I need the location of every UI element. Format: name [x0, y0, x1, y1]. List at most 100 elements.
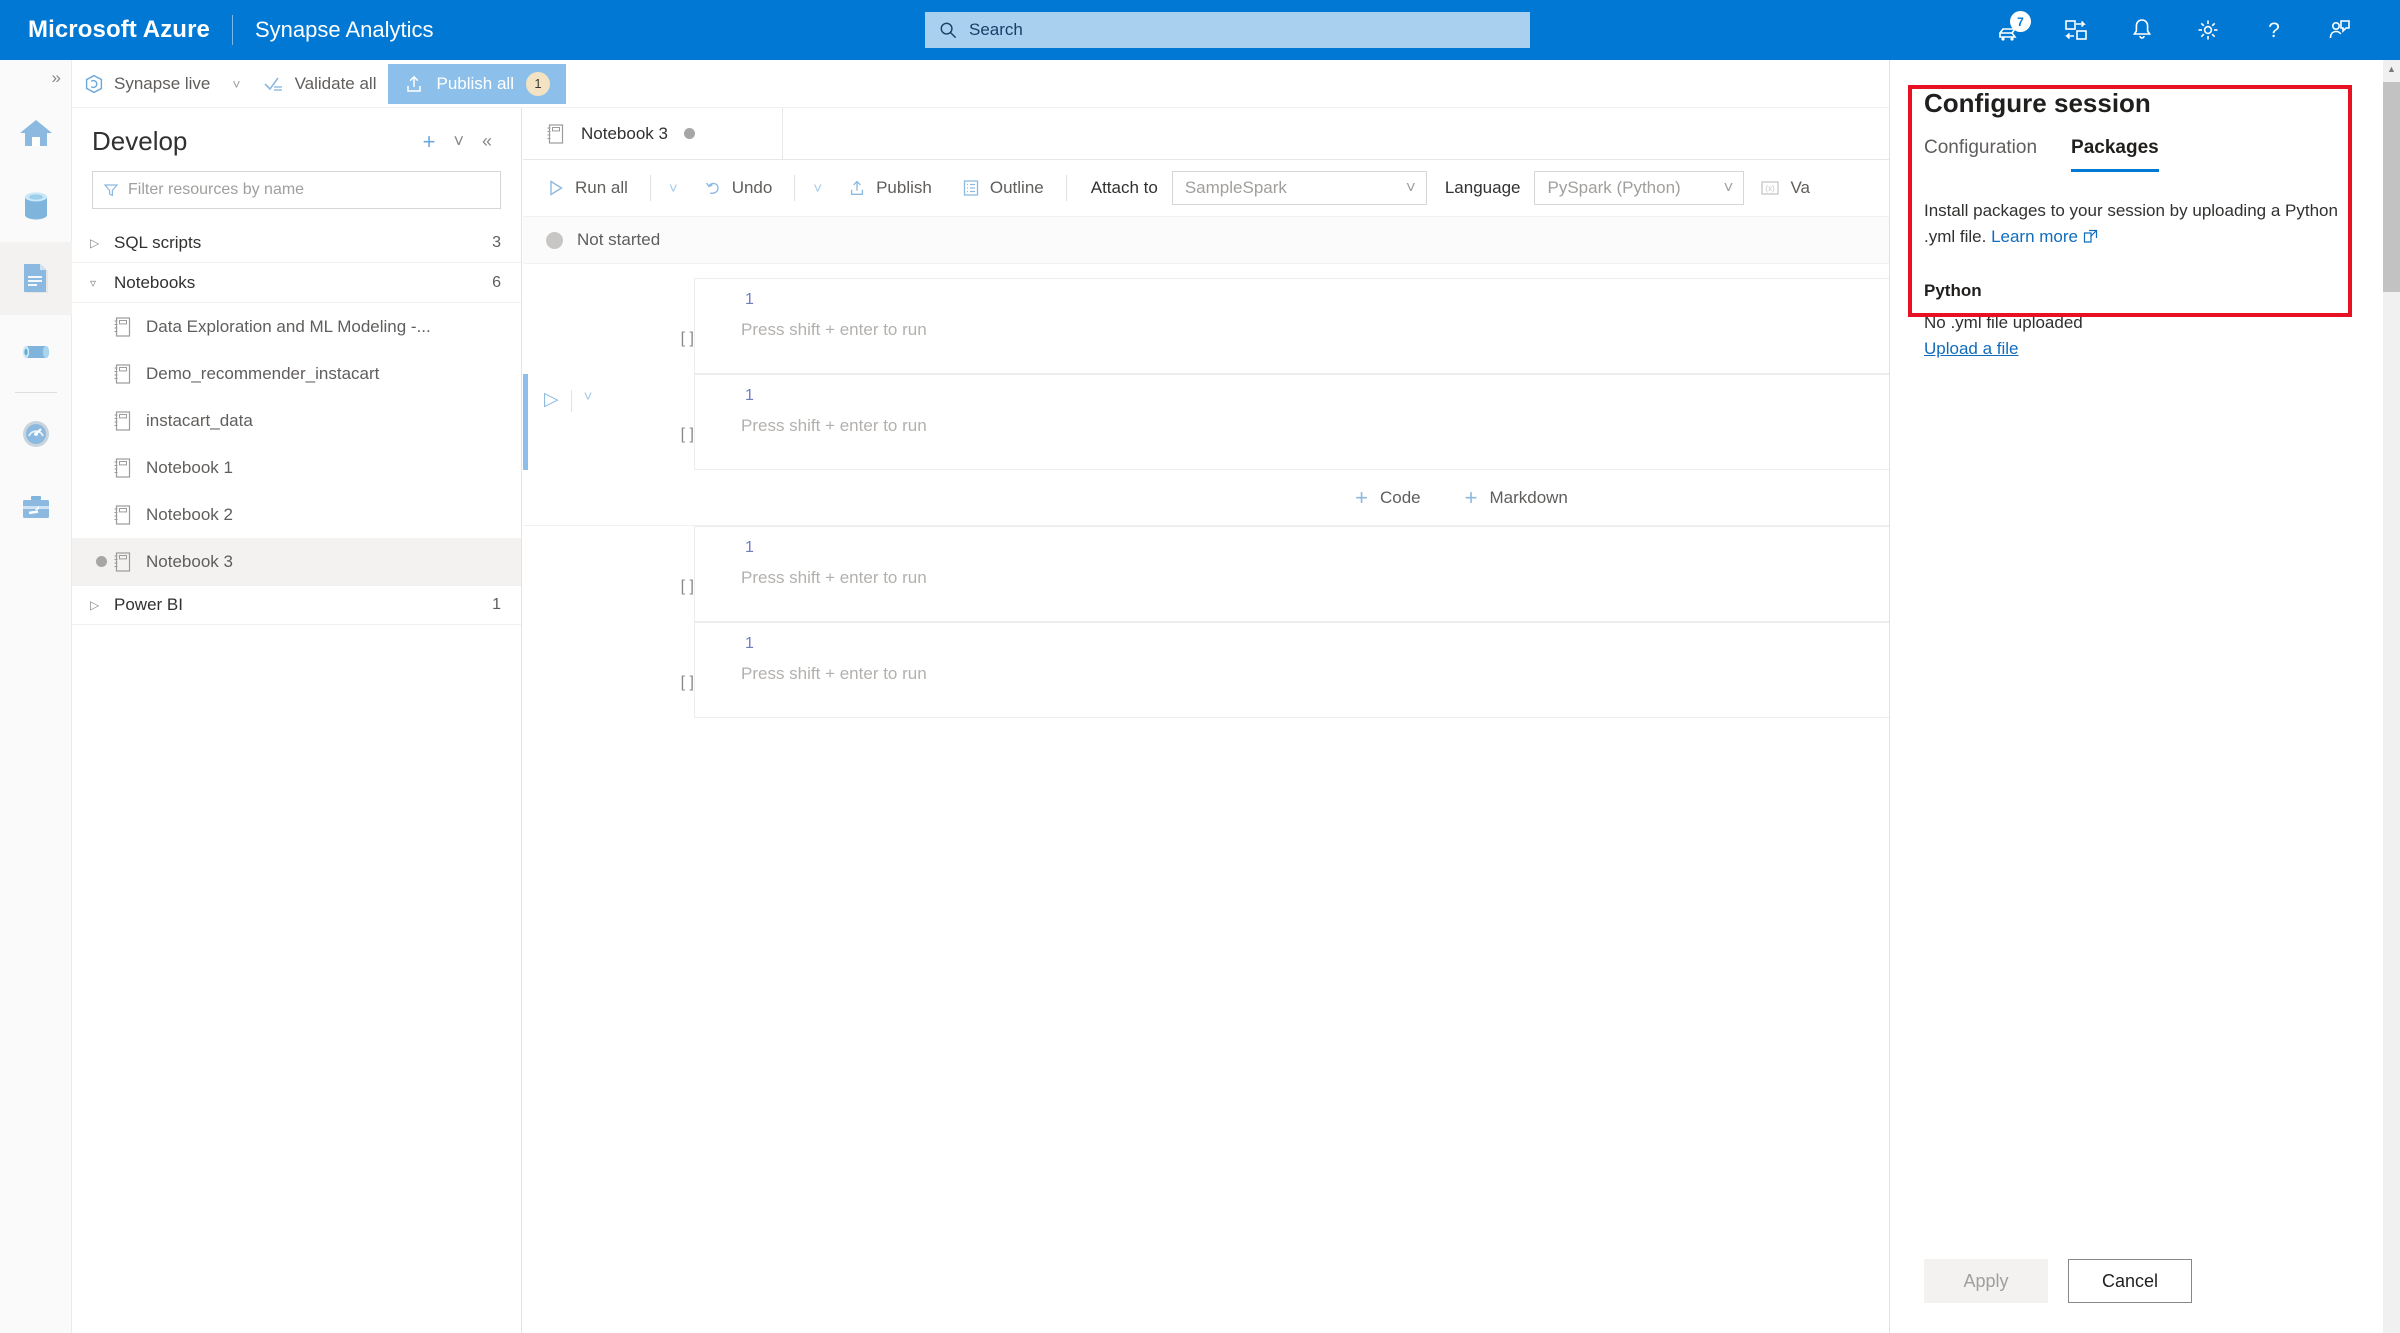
variables-button[interactable]: (x) Va: [1746, 168, 1824, 208]
upload-a-file-link[interactable]: Upload a file: [1924, 339, 2349, 359]
list-item-label: Data Exploration and ML Modeling -...: [146, 316, 431, 336]
cancel-button[interactable]: Cancel: [2068, 1259, 2192, 1303]
configure-session-tabs: Configuration Packages: [1924, 137, 2349, 172]
activity-integrate[interactable]: [0, 315, 72, 388]
tree-group-label: SQL scripts: [114, 232, 202, 252]
outline-label: Outline: [989, 178, 1044, 197]
plus-icon: +: [1464, 484, 1478, 510]
run-all-label: Run all: [575, 178, 628, 197]
list-item-label: Notebook 3: [146, 551, 233, 571]
activity-monitor[interactable]: [0, 397, 72, 470]
tree-group-sql-scripts[interactable]: ▷ SQL scripts 3: [72, 223, 521, 263]
vertical-scrollbar[interactable]: ▲: [2383, 60, 2400, 1333]
list-item-label: Notebook 2: [146, 504, 233, 524]
validate-checkmark-icon: [263, 74, 285, 94]
activity-data[interactable]: [0, 169, 72, 242]
add-code-label: Code: [1379, 487, 1421, 507]
learn-more-link[interactable]: Learn more: [1991, 227, 2078, 246]
external-link-icon[interactable]: [2083, 224, 2098, 250]
notebook-icon: [545, 123, 565, 145]
tree-group-power-bi[interactable]: ▷ Power BI 1: [72, 585, 521, 625]
scrollbar-thumb[interactable]: [2383, 82, 2400, 292]
outline-button[interactable]: Outline: [948, 168, 1058, 208]
cell-more-chevron-down-icon[interactable]: ˅: [584, 388, 593, 405]
chevron-down-icon[interactable]: ˅: [1406, 178, 1416, 198]
tree-group-count: 3: [492, 233, 501, 251]
tab-configuration[interactable]: Configuration: [1924, 137, 2037, 172]
search-input[interactable]: Search: [925, 12, 1530, 48]
list-item-label: instacart_data: [146, 410, 253, 430]
publish-all-button[interactable]: Publish all 1: [388, 63, 566, 104]
configure-session-footer: Apply Cancel: [1890, 1259, 2383, 1333]
toolbar-divider: [794, 175, 796, 201]
brand-microsoft-azure[interactable]: Microsoft Azure: [28, 16, 210, 44]
collapse-all-icon[interactable]: ˅: [444, 131, 473, 152]
publish-all-label: Publish all: [436, 73, 514, 93]
brand-service-name[interactable]: Synapse Analytics: [255, 17, 434, 43]
tab-notebook-3[interactable]: Notebook 3: [523, 108, 783, 159]
gutter-divider: [570, 390, 572, 412]
chevron-right-icon[interactable]: ▷: [90, 598, 114, 612]
synapse-studio-window: Microsoft Azure Synapse Analytics Search…: [0, 0, 2400, 1333]
tab-packages[interactable]: Packages: [2071, 137, 2159, 172]
attach-to-label: Attach to: [1090, 178, 1158, 197]
develop-explorer-panel: Develop + ˅ « Filter resources by name ▷…: [72, 108, 522, 1333]
activity-bar: »: [0, 60, 72, 1333]
activity-manage[interactable]: [0, 470, 72, 543]
publish-all-count-badge: 1: [525, 71, 550, 96]
configure-session-body: Configure session Configuration Packages…: [1890, 60, 2383, 1259]
brand-area[interactable]: Microsoft Azure Synapse Analytics: [0, 15, 434, 45]
run-options-chevron-down-icon[interactable]: ˅: [659, 180, 688, 197]
add-new-resource-icon[interactable]: +: [414, 129, 445, 155]
language-label: Language: [1444, 178, 1521, 197]
source-control-chevron-down-icon[interactable]: ˅: [222, 76, 250, 92]
outline-list-icon: [962, 179, 980, 197]
filter-resources-input[interactable]: Filter resources by name: [92, 171, 501, 209]
tree-group-notebooks[interactable]: ▿ Notebooks 6: [72, 263, 521, 303]
list-item[interactable]: Notebook 2: [72, 491, 521, 538]
expand-menu-icon[interactable]: »: [0, 60, 71, 96]
directories-subscriptions-icon[interactable]: [2056, 10, 2096, 50]
source-control-button[interactable]: Synapse live: [72, 64, 222, 104]
tree-group-count: 1: [492, 596, 501, 613]
activity-divider: [14, 392, 57, 393]
activity-develop[interactable]: [0, 242, 72, 315]
list-item[interactable]: Demo_recommender_instacart: [72, 350, 521, 397]
add-code-cell-button[interactable]: + Code: [1355, 485, 1421, 511]
undo-button[interactable]: Undo: [690, 168, 787, 208]
global-search[interactable]: Search: [925, 12, 1530, 48]
publish-label: Publish: [876, 178, 932, 197]
notebook-icon: [112, 363, 146, 385]
chevron-right-icon[interactable]: ▷: [90, 236, 114, 250]
validate-all-button[interactable]: Validate all: [251, 64, 389, 104]
run-all-button[interactable]: Run all: [533, 168, 642, 208]
attach-to-select[interactable]: SampleSpark ˅: [1171, 171, 1427, 205]
list-item[interactable]: instacart_data: [72, 397, 521, 444]
add-markdown-cell-button[interactable]: + Markdown: [1465, 485, 1568, 511]
settings-gear-icon[interactable]: [2188, 10, 2228, 50]
chevron-down-icon[interactable]: ▿: [90, 276, 114, 290]
run-cell-icon[interactable]: ▷: [544, 388, 559, 411]
session-status-dot: [546, 231, 563, 249]
help-question-icon[interactable]: ?: [2254, 10, 2294, 50]
tab-label: Notebook 3: [581, 123, 668, 143]
undo-options-chevron-down-icon[interactable]: ˅: [803, 180, 832, 197]
language-select[interactable]: PySpark (Python) ˅: [1534, 171, 1745, 205]
language-value: PySpark (Python): [1547, 178, 1681, 197]
list-item[interactable]: Notebook 1: [72, 444, 521, 491]
scroll-up-arrow-icon[interactable]: ▲: [2383, 60, 2400, 77]
variables-label: Va: [1790, 178, 1811, 197]
configure-session-title: Configure session: [1924, 88, 2151, 118]
feedback-person-icon[interactable]: [2320, 10, 2360, 50]
activity-home[interactable]: [0, 96, 72, 169]
list-item[interactable]: Data Exploration and ML Modeling -...: [72, 303, 521, 350]
cell-gutter: ▷ ˅: [528, 374, 640, 470]
packages-description: Install packages to your session by uplo…: [1924, 198, 2349, 251]
hide-panel-icon[interactable]: «: [473, 131, 501, 152]
cloud-shell-icon[interactable]: 7: [1990, 10, 2031, 50]
notifications-bell-icon[interactable]: [2122, 10, 2162, 50]
list-item-notebook-3[interactable]: Notebook 3: [72, 538, 521, 585]
apply-button[interactable]: Apply: [1924, 1259, 2048, 1303]
publish-button[interactable]: Publish: [834, 168, 946, 208]
chevron-down-icon[interactable]: ˅: [1724, 178, 1734, 198]
